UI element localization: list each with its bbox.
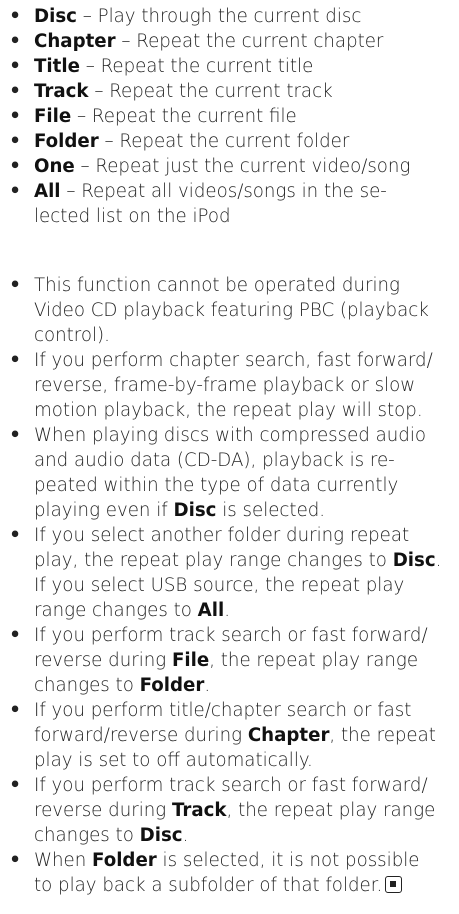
- note-term: Folder: [139, 675, 205, 696]
- mode-description: – Repeat the current chapter: [115, 31, 384, 52]
- mode-term: Track: [34, 81, 89, 102]
- bullet-icon: [8, 154, 22, 179]
- note-line: When playing discs with compressed audio: [34, 425, 427, 446]
- note-line: If you select USB source, the repeat pla…: [34, 575, 405, 596]
- bullet-icon: [8, 29, 22, 54]
- note-term: Disc: [392, 550, 436, 571]
- note-text: .: [435, 550, 442, 571]
- note-line: Video CD playback featuring PBC (playbac…: [34, 300, 429, 321]
- note-text: reverse during: [34, 650, 172, 671]
- bullet-icon: [8, 129, 22, 154]
- mode-description-line: lected list on the iPod: [34, 206, 231, 227]
- bullet-icon: [8, 848, 22, 873]
- bullet-icon: [8, 348, 22, 373]
- bullet-icon: [8, 523, 22, 548]
- note-line: peated within the type of data currently: [34, 475, 399, 496]
- note-line: If you perform track search or fast forw…: [34, 625, 428, 646]
- note-text: playing even if: [34, 500, 174, 521]
- mode-term: All: [34, 181, 61, 202]
- repeat-mode-list: Disc – Play through the current disc Cha…: [4, 4, 451, 229]
- note-term: All: [197, 600, 225, 621]
- note-text: forward/reverse during: [34, 725, 248, 746]
- bullet-icon: [8, 54, 22, 79]
- mode-description: – Repeat the current folder: [98, 131, 350, 152]
- note-term: Folder: [92, 850, 157, 871]
- note-term: Track: [171, 800, 227, 821]
- note-text: changes to: [34, 675, 140, 696]
- note-item: When playing discs with compressed audio…: [4, 423, 451, 523]
- bullet-icon: [8, 4, 22, 29]
- bullet-icon: [8, 79, 22, 104]
- note-term: Chapter: [247, 725, 330, 746]
- note-text: , the repeat play range: [226, 800, 436, 821]
- note-term: Disc: [173, 500, 217, 521]
- mode-term: File: [34, 106, 72, 127]
- note-item: When Folder is selected, it is not possi…: [4, 848, 451, 898]
- list-item: One – Repeat just the current video/song: [4, 154, 451, 179]
- note-text: , the repeat play range: [209, 650, 419, 671]
- mode-description: – Repeat the current file: [71, 106, 297, 127]
- mode-description: – Play through the current disc: [76, 6, 362, 27]
- note-text: range changes to: [34, 600, 198, 621]
- bullet-icon: [8, 273, 22, 298]
- bullet-icon: [8, 179, 22, 204]
- list-item: Title – Repeat the current title: [4, 54, 451, 79]
- note-line: reverse, frame-by-frame playback or slow: [34, 375, 416, 396]
- note-line: to play back a subfolder of that folder.: [34, 875, 383, 896]
- mode-term: Disc: [34, 6, 77, 27]
- end-of-section-icon: [385, 876, 403, 893]
- bullet-icon: [8, 773, 22, 798]
- note-text: reverse during: [34, 800, 172, 821]
- note-item: If you perform chapter search, fast forw…: [4, 348, 451, 423]
- mode-description: – Repeat the current title: [79, 56, 314, 77]
- bullet-icon: [8, 423, 22, 448]
- note-line: If you perform title/chapter search or f…: [34, 700, 412, 721]
- mode-description-line: – Repeat all videos/songs in the se-: [60, 181, 387, 202]
- note-line: If you perform track search or fast forw…: [34, 775, 428, 796]
- list-item: Folder – Repeat the current folder: [4, 129, 451, 154]
- note-text: When: [34, 850, 93, 871]
- note-line: play is set to off automatically.: [34, 750, 313, 771]
- note-line: motion playback, the repeat play will st…: [34, 400, 423, 421]
- mode-term: One: [34, 156, 75, 177]
- note-text: play, the repeat play range changes to: [34, 550, 393, 571]
- note-text: .: [182, 825, 189, 846]
- list-item: File – Repeat the current file: [4, 104, 451, 129]
- bullet-icon: [8, 104, 22, 129]
- list-item: Chapter – Repeat the current chapter: [4, 29, 451, 54]
- note-line: and audio data (CD-DA), playback is re-: [34, 450, 395, 471]
- note-item: If you perform title/chapter search or f…: [4, 698, 451, 773]
- note-line: control).: [34, 325, 110, 346]
- note-item: If you select another folder during repe…: [4, 523, 451, 623]
- note-text: is selected, it is not possible: [156, 850, 420, 871]
- mode-term: Chapter: [34, 31, 116, 52]
- note-text: .: [224, 600, 230, 621]
- note-term: Disc: [139, 825, 183, 846]
- bullet-icon: [8, 623, 22, 648]
- note-text: is selected.: [216, 500, 326, 521]
- note-line: This function cannot be operated during: [34, 275, 400, 296]
- note-text: changes to: [34, 825, 140, 846]
- mode-description: – Repeat the current track: [88, 81, 333, 102]
- mode-term: Folder: [34, 131, 99, 152]
- note-line: If you select another folder during repe…: [34, 525, 410, 546]
- list-item: Track – Repeat the current track: [4, 79, 451, 104]
- note-item: If you perform track search or fast forw…: [4, 773, 451, 848]
- manual-page: Disc – Play through the current disc Cha…: [0, 0, 459, 914]
- list-item: All – Repeat all videos/songs in the se-…: [4, 179, 451, 229]
- list-item: Disc – Play through the current disc: [4, 4, 451, 29]
- note-text: .: [204, 675, 211, 696]
- note-text: , the repeat: [329, 725, 436, 746]
- bullet-icon: [8, 698, 22, 723]
- note-item: If you perform track search or fast forw…: [4, 623, 451, 698]
- note-line: If you perform chapter search, fast forw…: [34, 350, 433, 371]
- mode-description: – Repeat just the current video/song: [74, 156, 411, 177]
- mode-term: Title: [34, 56, 80, 77]
- note-term: File: [171, 650, 210, 671]
- note-item: This function cannot be operated during V…: [4, 273, 451, 348]
- notes-list: This function cannot be operated during V…: [4, 273, 451, 898]
